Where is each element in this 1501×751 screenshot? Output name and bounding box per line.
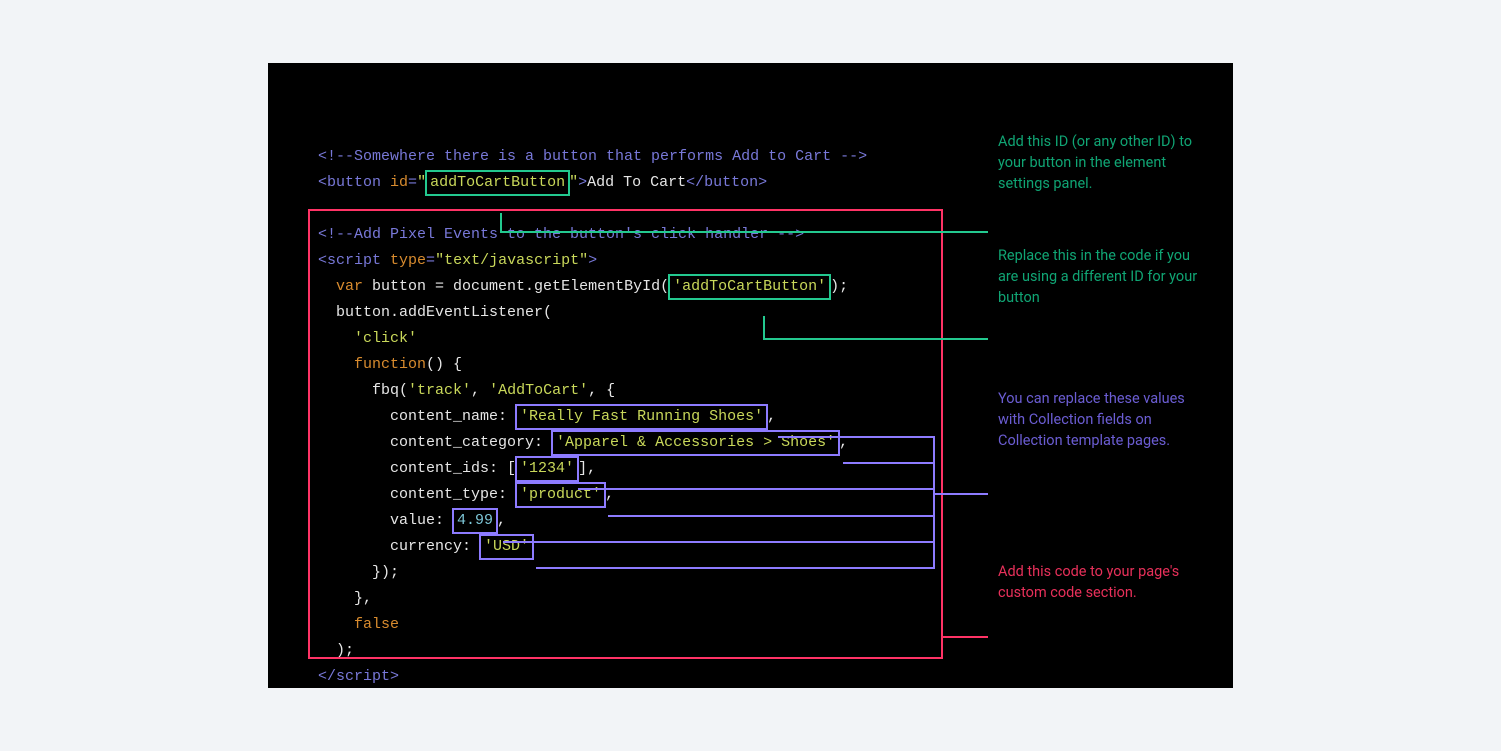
addtocart-str: 'AddToCart' (489, 382, 588, 399)
kw-false: false (354, 616, 399, 633)
comma-4: , (605, 486, 614, 503)
gt-2: > (588, 252, 597, 269)
highlight-content-category: 'Apparel & Accessories > Shoes' (551, 430, 840, 456)
track-str: 'track' (408, 382, 471, 399)
comma-5: , (497, 512, 506, 529)
value-val: 4.99 (457, 512, 493, 529)
add-listener-line: button.addEventListener( (318, 304, 552, 321)
content-name-val: 'Really Fast Running Shoes' (520, 408, 763, 425)
type-val: "text/javascript" (435, 252, 588, 269)
brace-close-comma: }, (354, 590, 372, 607)
content-type-label: content_type: (390, 486, 516, 503)
kw-function: function (354, 356, 426, 373)
comment-line-2: <!--Add Pixel Events to the button's cli… (318, 226, 804, 243)
var-line-b: ); (830, 278, 848, 295)
highlight-content-ids: '1234' (515, 456, 579, 482)
obj-open: , { (588, 382, 615, 399)
comma-1: , (471, 382, 489, 399)
id-q2: " (569, 174, 578, 191)
annotation-replace-values: You can replace these values with Collec… (998, 388, 1208, 451)
highlight-id-button: addToCartButton (425, 170, 570, 196)
highlight-currency: 'USD' (479, 534, 534, 560)
currency-val: 'USD' (484, 538, 529, 555)
highlight-value: 4.99 (452, 508, 498, 534)
geid-val: addToCartButton (682, 278, 817, 295)
button-tag-close: </button> (686, 174, 767, 191)
button-tag-open: <button (318, 174, 381, 191)
gt-1: > (578, 174, 587, 191)
code-block: <!--Somewhere there is a button that per… (318, 118, 867, 690)
geid-q2: ' (817, 278, 826, 295)
highlight-id-getelement: 'addToCartButton' (668, 274, 831, 300)
content-name-label: content_name: (390, 408, 516, 425)
content-category-val: 'Apparel & Accessories > Shoes' (556, 434, 835, 451)
var-line-a: button = document.getElementById( (363, 278, 669, 295)
content-category-label: content_category: (390, 434, 552, 451)
obj-close: }); (372, 564, 399, 581)
comma-3: , (839, 434, 848, 451)
annotation-add-code: Add this code to your page's custom code… (998, 561, 1208, 603)
fbq-a: fbq( (372, 382, 408, 399)
currency-label: currency: (390, 538, 480, 555)
script-open: <script (318, 252, 381, 269)
kw-var: var (336, 278, 363, 295)
annotation-replace-id: Replace this in the code if you are usin… (998, 245, 1208, 308)
content-type-val: 'product' (520, 486, 601, 503)
attr-id: id (390, 174, 408, 191)
comma-2: , (767, 408, 776, 425)
eq-2: = (426, 252, 435, 269)
paren-close: ); (336, 642, 354, 659)
func-suffix: () { (426, 356, 462, 373)
geid-q1: ' (673, 278, 682, 295)
comment-line-1: <!--Somewhere there is a button that per… (318, 148, 867, 165)
code-diagram-panel: <!--Somewhere there is a button that per… (268, 63, 1233, 688)
value-label: value: (390, 512, 453, 529)
attr-type: type (390, 252, 426, 269)
eq-1: = (408, 174, 417, 191)
annotation-add-id: Add this ID (or any other ID) to your bu… (998, 131, 1208, 194)
click-str: 'click' (354, 330, 417, 347)
id-value-1: addToCartButton (430, 174, 565, 191)
content-ids-label: content_ids: [ (390, 460, 516, 477)
button-text: Add To Cart (587, 174, 686, 191)
script-close: </script> (318, 668, 399, 685)
content-ids-val: '1234' (520, 460, 574, 477)
highlight-content-type: 'product' (515, 482, 606, 508)
content-ids-close: ], (578, 460, 596, 477)
highlight-content-name: 'Really Fast Running Shoes' (515, 404, 768, 430)
